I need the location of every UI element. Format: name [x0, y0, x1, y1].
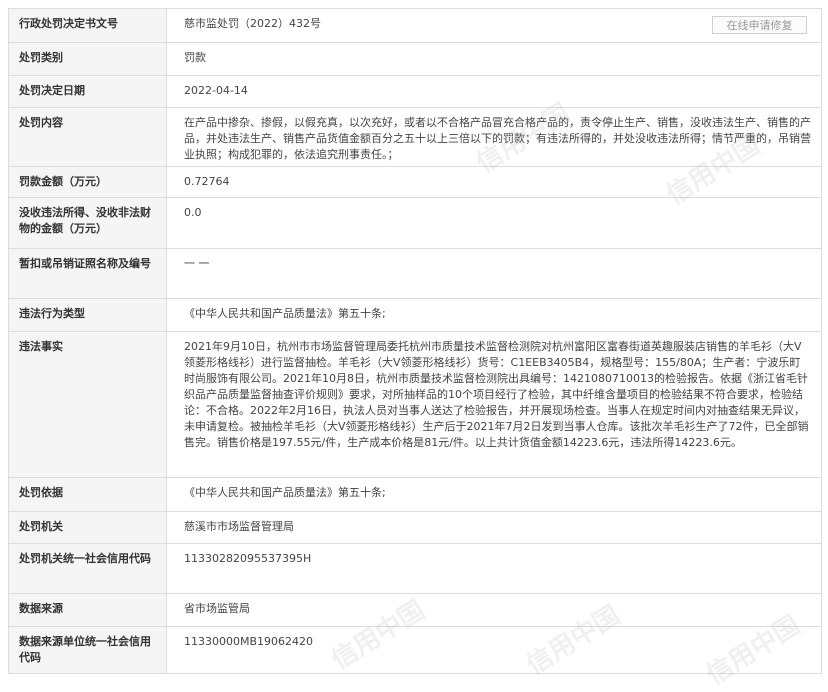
label-violation-facts: 违法事实: [9, 332, 167, 477]
label-violation-type: 违法行为类型: [9, 299, 167, 331]
row-source-credit-code: 数据来源单位统一社会信用代码 11330000MB19062420: [9, 627, 821, 674]
value-penalty-content: 在产品中掺杂、掺假，以假充真，以次充好，或者以不合格产品冒充合格产品的，责令停止…: [184, 116, 811, 161]
row-penalty-content: 处罚内容 在产品中掺杂、掺假，以假充真，以次充好，或者以不合格产品冒充合格产品的…: [9, 108, 821, 167]
value-data-source: 省市场监管局: [184, 602, 250, 615]
row-violation-type: 违法行为类型 《中华人民共和国产品质量法》第五十条;: [9, 299, 821, 332]
value-fine-amount: 0.72764: [184, 175, 230, 188]
value-violation-facts: 2021年9月10日，杭州市市场监督管理局委托杭州市质量技术监督检测院对杭州富阳…: [184, 340, 809, 449]
row-data-source: 数据来源 省市场监管局: [9, 594, 821, 627]
label-confiscation-amount: 没收违法所得、没收非法财物的金额（万元）: [9, 198, 167, 248]
label-license-revoked: 暂扣或吊销证照名称及编号: [9, 249, 167, 298]
row-fine-amount: 罚款金额（万元） 0.72764: [9, 167, 821, 198]
row-violation-facts: 违法事实 2021年9月10日，杭州市市场监督管理局委托杭州市质量技术监督检测院…: [9, 332, 821, 478]
value-penalty-authority: 慈溪市市场监督管理局: [184, 520, 294, 533]
label-fine-amount: 罚款金额（万元）: [9, 167, 167, 197]
value-source-credit-code: 11330000MB19062420: [184, 635, 314, 648]
row-decision-number: 行政处罚决定书文号 慈市监处罚（2022）432号 在线申请修复: [9, 9, 821, 43]
label-penalty-category: 处罚类别: [9, 43, 167, 75]
online-repair-button[interactable]: 在线申请修复: [712, 16, 807, 34]
value-decision-number: 慈市监处罚（2022）432号 在线申请修复: [167, 9, 821, 42]
label-penalty-content: 处罚内容: [9, 108, 167, 166]
value-confiscation-amount: 0.0: [184, 206, 202, 219]
row-penalty-category: 处罚类别 罚款: [9, 43, 821, 76]
value-authority-credit-code: 11330282095537395H: [184, 552, 312, 565]
value-decision-date: 2022-04-14: [184, 84, 248, 97]
decision-number-text: 慈市监处罚（2022）432号: [184, 17, 321, 30]
label-penalty-basis: 处罚依据: [9, 478, 167, 511]
row-confiscation-amount: 没收违法所得、没收非法财物的金额（万元） 0.0: [9, 198, 821, 249]
label-decision-number: 行政处罚决定书文号: [9, 9, 167, 42]
label-penalty-authority: 处罚机关: [9, 512, 167, 543]
label-decision-date: 处罚决定日期: [9, 76, 167, 107]
label-authority-credit-code: 处罚机关统一社会信用代码: [9, 544, 167, 593]
row-authority-credit-code: 处罚机关统一社会信用代码 11330282095537395H: [9, 544, 821, 594]
value-penalty-basis: 《中华人民共和国产品质量法》第五十条;: [184, 486, 386, 499]
row-penalty-basis: 处罚依据 《中华人民共和国产品质量法》第五十条;: [9, 478, 821, 512]
value-penalty-category: 罚款: [184, 51, 206, 64]
row-decision-date: 处罚决定日期 2022-04-14: [9, 76, 821, 108]
value-license-revoked: 一 一: [184, 257, 210, 270]
label-data-source: 数据来源: [9, 594, 167, 626]
value-violation-type: 《中华人民共和国产品质量法》第五十条;: [184, 307, 386, 320]
row-penalty-authority: 处罚机关 慈溪市市场监督管理局: [9, 512, 821, 544]
label-source-credit-code: 数据来源单位统一社会信用代码: [9, 627, 167, 673]
penalty-record-table: 行政处罚决定书文号 慈市监处罚（2022）432号 在线申请修复 处罚类别 罚款…: [8, 8, 822, 674]
row-license-revoked: 暂扣或吊销证照名称及编号 一 一: [9, 249, 821, 299]
